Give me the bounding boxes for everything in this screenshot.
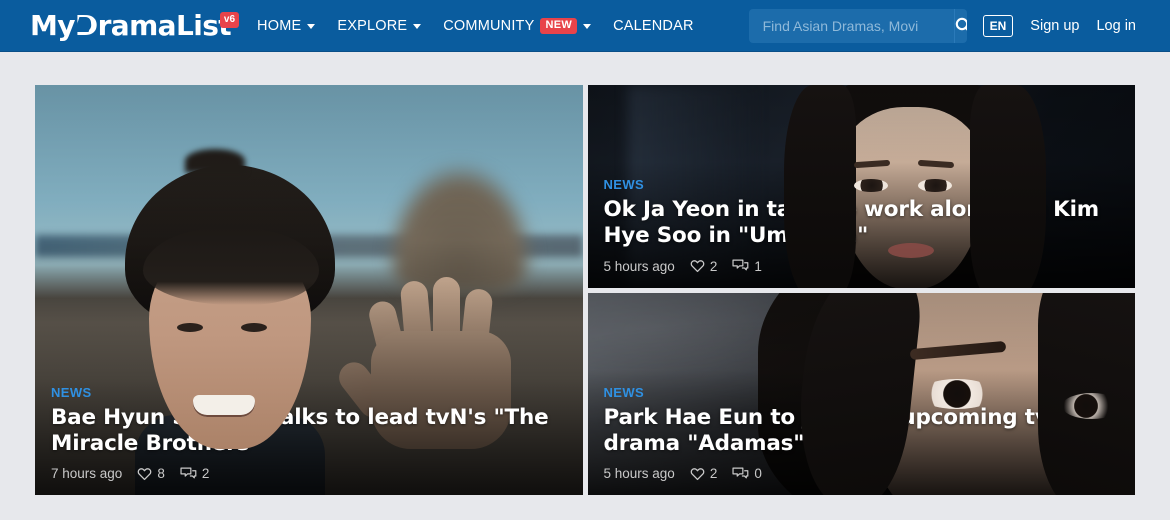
woman-hair-right (969, 85, 1046, 288)
hero-comment-stat[interactable]: 2 (180, 466, 210, 481)
side-card-1-like-count: 2 (709, 258, 718, 274)
side-card-2-like-stat[interactable]: 2 (690, 466, 718, 481)
hero-card-title[interactable]: Bae Hyun Sung in talks to lead tvN's "Th… (51, 405, 567, 457)
hero-card-meta: 7 hours ago 8 2 (51, 466, 567, 481)
side-card-1-like-stat[interactable]: 2 (690, 258, 718, 274)
logo-text-part1: My (30, 8, 76, 42)
nav-item-explore-label: EXPLORE (337, 17, 408, 34)
woman-lips (887, 243, 934, 258)
nav-item-community-label: COMMUNITY (443, 17, 535, 34)
nav-item-explore[interactable]: EXPLORE (337, 17, 422, 34)
featured-grid: NEWS Bae Hyun Sung in talks to lead tvN'… (35, 85, 1135, 495)
chevron-down-icon (413, 24, 422, 29)
nav-item-community[interactable]: COMMUNITY NEW (443, 17, 592, 34)
side-card-2-comment-count: 0 (754, 466, 762, 481)
comment-icon (732, 259, 749, 271)
closeup-eye (917, 378, 996, 409)
hero-card-body: NEWS Bae Hyun Sung in talks to lead tvN'… (35, 385, 583, 495)
hero-like-stat[interactable]: 8 (137, 466, 165, 481)
logo-version-badge: v6 (219, 11, 240, 28)
woman-eye-right (917, 179, 952, 192)
logo-text-part3: ramaList (97, 8, 232, 42)
nav-item-home-label: HOME (257, 17, 302, 34)
closeup-eye-secondary (1061, 392, 1122, 419)
comment-icon (180, 467, 197, 478)
featured-hero-column: NEWS Bae Hyun Sung in talks to lead tvN'… (35, 85, 583, 495)
nav-new-badge: NEW (540, 17, 578, 34)
featured-hero-card[interactable]: NEWS Bae Hyun Sung in talks to lead tvN'… (35, 85, 583, 495)
signup-link[interactable]: Sign up (1030, 18, 1079, 34)
featured-side-card-2[interactable]: NEWS Park Hae Eun to join the upcoming t… (587, 292, 1135, 495)
nav-item-calendar-label: CALENDAR (613, 17, 694, 34)
nav-item-calendar[interactable]: CALENDAR (613, 18, 694, 34)
header-actions: EN Sign up Log in (748, 8, 1136, 43)
comment-icon (732, 467, 749, 478)
side-card-1-body: NEWS Ok Ja Yeon in talks to work alongsi… (588, 177, 1136, 287)
person-eye-left (177, 323, 203, 332)
woman-hair-left (783, 85, 856, 288)
side-card-2-like-count: 2 (709, 466, 718, 481)
login-link[interactable]: Log in (1096, 18, 1136, 34)
site-header: MyDramaList v6 HOME EXPLORE COMMUNITY NE… (0, 0, 1170, 52)
featured-side-column: NEWS Ok Ja Yeon in talks to work alongsi… (587, 85, 1136, 495)
main-navigation: HOME EXPLORE COMMUNITY NEW CALENDAR (257, 17, 694, 34)
side-card-1-meta: 5 hours ago 2 1 (604, 259, 1120, 274)
side-card-1-comment-count: 1 (754, 258, 762, 274)
search-icon (955, 17, 967, 31)
logo-text: MyDramaList (30, 8, 232, 42)
hero-timestamp: 7 hours ago (51, 466, 123, 481)
side-card-1-comment-stat[interactable]: 1 (732, 259, 762, 274)
woman-eye-left (853, 179, 888, 192)
search-input[interactable] (748, 17, 954, 34)
logo-d-glyph: D (74, 8, 98, 42)
hero-category-tag: NEWS (51, 384, 92, 400)
main-content: NEWS Bae Hyun Sung in talks to lead tvN'… (0, 52, 1170, 520)
site-logo[interactable]: MyDramaList v6 (30, 8, 240, 42)
nav-item-home[interactable]: HOME (257, 17, 316, 34)
hero-like-count: 8 (157, 466, 165, 481)
featured-side-card-1[interactable]: NEWS Ok Ja Yeon in talks to work alongsi… (587, 85, 1136, 288)
chevron-down-icon (583, 24, 592, 29)
language-button[interactable]: EN (982, 14, 1014, 37)
hero-comment-count: 2 (201, 466, 210, 481)
heart-icon (690, 260, 705, 273)
heart-icon (137, 467, 152, 480)
person-bangs (143, 227, 319, 305)
side-card-1-timestamp: 5 hours ago (603, 258, 675, 274)
heart-icon (690, 467, 705, 480)
side-card-2-timestamp: 5 hours ago (603, 466, 675, 481)
chevron-down-icon (307, 24, 316, 29)
search-button[interactable] (953, 8, 967, 43)
search-box (748, 8, 967, 43)
person-eye-right (241, 323, 267, 332)
side-card-2-comment-stat[interactable]: 0 (732, 466, 762, 481)
person-mouth (193, 395, 255, 417)
